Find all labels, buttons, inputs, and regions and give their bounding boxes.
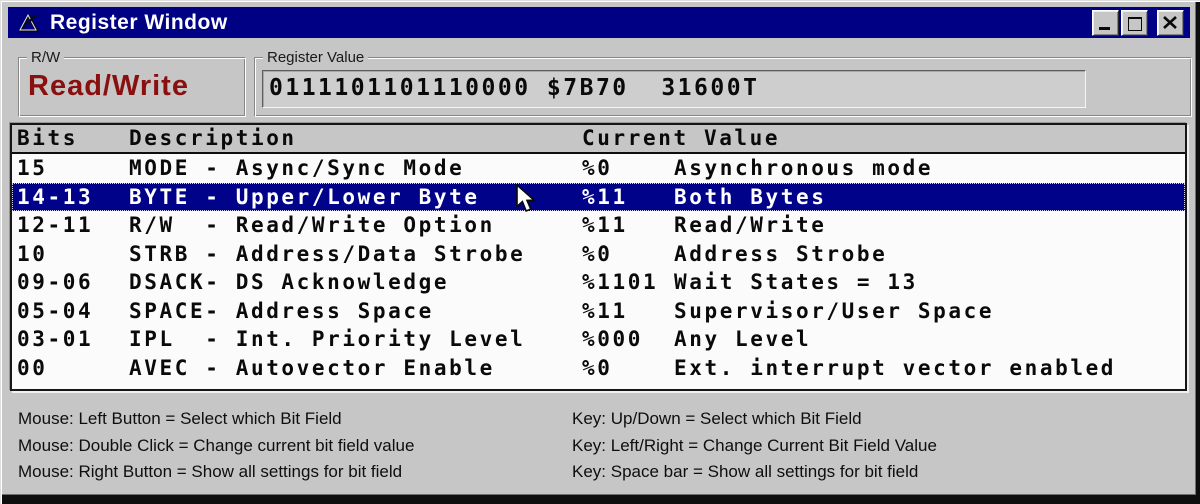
- titlebar[interactable]: Register Window: [8, 7, 1190, 38]
- help-line: Key: Left/Right = Change Current Bit Fie…: [572, 435, 937, 455]
- header-current-value: Current Value: [582, 126, 781, 150]
- help-line: Key: Space bar = Show all settings for b…: [572, 462, 919, 481]
- cell-bits: 00: [17, 355, 48, 380]
- table-row[interactable]: 12-11 R/W - Read/Write Option %11 Read/Writ…: [12, 211, 1185, 240]
- minimize-icon: [1099, 26, 1110, 30]
- register-value-groupbox: Register Value 0111101101110000 $7B70 31…: [254, 49, 1192, 117]
- table-row[interactable]: 10 STRB - Address/Data Strobe %0 Address St…: [12, 240, 1185, 269]
- window-controls: [1092, 9, 1184, 36]
- cell-desc: AVEC - Autovector Enable: [129, 355, 495, 380]
- cell-value: %11: [582, 298, 628, 323]
- cell-bits: 15: [17, 156, 48, 180]
- table-row[interactable]: 14-13 BYTE - Upper/Lower Byte %11 Both Byte…: [12, 182, 1185, 211]
- cell-value: %11: [582, 184, 628, 209]
- register-value-group-label: Register Value: [263, 49, 369, 66]
- register-value-text: 0111101101110000 $7B70 31600T: [269, 75, 760, 101]
- cell-value: %0: [582, 355, 613, 380]
- cell-meaning: Read/Write: [674, 213, 827, 237]
- rw-value: Read/Write: [28, 70, 189, 102]
- cell-bits: 12-11: [17, 213, 94, 237]
- maximize-button[interactable]: [1121, 9, 1148, 36]
- cell-meaning: Any Level: [674, 327, 812, 351]
- header-bits: Bits: [17, 126, 78, 150]
- cell-desc: IPL - Int. Priority Level: [129, 327, 526, 351]
- minimize-button[interactable]: [1092, 9, 1119, 36]
- cell-bits: 09-06: [17, 270, 94, 294]
- register-window: Register Window R/W Read/Write Register …: [0, 0, 1200, 504]
- table-rows: 15 MODE - Async/Sync Mode %0 Asynchronous m…: [12, 154, 1185, 382]
- table-header: Bits Description Current Value: [12, 125, 1185, 154]
- cell-bits: 14-13: [17, 184, 94, 209]
- close-icon: [1163, 15, 1177, 29]
- cell-meaning: Address Strobe: [674, 241, 888, 266]
- help-mouse: Mouse: Left Button = Select which Bit Fi…: [18, 406, 414, 486]
- header-description: Description: [129, 126, 297, 150]
- rw-group-label: R/W: [27, 49, 65, 66]
- help-line: Mouse: Double Click = Change current bit…: [18, 435, 415, 455]
- cell-bits: 10: [17, 241, 48, 266]
- cell-meaning: Wait States = 13: [674, 270, 918, 294]
- cell-meaning: Ext. interrupt vector enabled: [674, 355, 1117, 380]
- cell-value: %0: [582, 156, 613, 180]
- cell-desc: R/W - Read/Write Option: [129, 213, 495, 237]
- cell-desc: DSACK- DS Acknowledge: [129, 270, 450, 294]
- cell-value: %1101: [582, 270, 659, 294]
- rw-groupbox: R/W Read/Write: [18, 49, 246, 117]
- cell-value: %11: [582, 213, 628, 237]
- app-triangle-icon[interactable]: [17, 11, 41, 35]
- cell-value: %000: [582, 327, 643, 351]
- help-line: Mouse: Left Button = Select which Bit Fi…: [18, 409, 342, 428]
- table-row[interactable]: 15 MODE - Async/Sync Mode %0 Asynchronous m…: [12, 154, 1185, 183]
- cell-meaning: Supervisor/User Space: [674, 298, 995, 323]
- cell-value: %0: [582, 241, 613, 266]
- cell-desc: SPACE- Address Space: [129, 298, 434, 323]
- cell-bits: 05-04: [17, 298, 94, 323]
- register-value-field: 0111101101110000 $7B70 31600T: [262, 70, 1086, 108]
- maximize-icon: [1128, 16, 1142, 31]
- help-key: Key: Up/Down = Select which Bit Field Key…: [572, 406, 937, 486]
- close-button[interactable]: [1157, 9, 1184, 36]
- cell-desc: MODE - Async/Sync Mode: [129, 156, 465, 180]
- cell-desc: BYTE - Upper/Lower Byte: [129, 184, 480, 209]
- cell-meaning: Both Bytes: [674, 184, 827, 209]
- help-line: Mouse: Right Button = Show all settings …: [18, 462, 403, 481]
- table-row[interactable]: 00 AVEC - Autovector Enable %0 Ext. interru…: [12, 354, 1185, 383]
- table-row[interactable]: 03-01 IPL - Int. Priority Level %000 Any Le…: [12, 325, 1185, 354]
- table-row[interactable]: 05-04 SPACE- Address Space %11 Supervisor/U…: [12, 297, 1185, 326]
- cell-meaning: Asynchronous mode: [674, 156, 934, 180]
- cell-bits: 03-01: [17, 327, 94, 351]
- help-line: Key: Up/Down = Select which Bit Field: [572, 409, 862, 428]
- cell-desc: STRB - Address/Data Strobe: [129, 241, 526, 266]
- bit-field-table: Bits Description Current Value 15 MODE - …: [10, 123, 1187, 391]
- window-title: Register Window: [50, 10, 228, 34]
- table-row[interactable]: 09-06 DSACK- DS Acknowledge %1101 Wait Stat…: [12, 268, 1185, 297]
